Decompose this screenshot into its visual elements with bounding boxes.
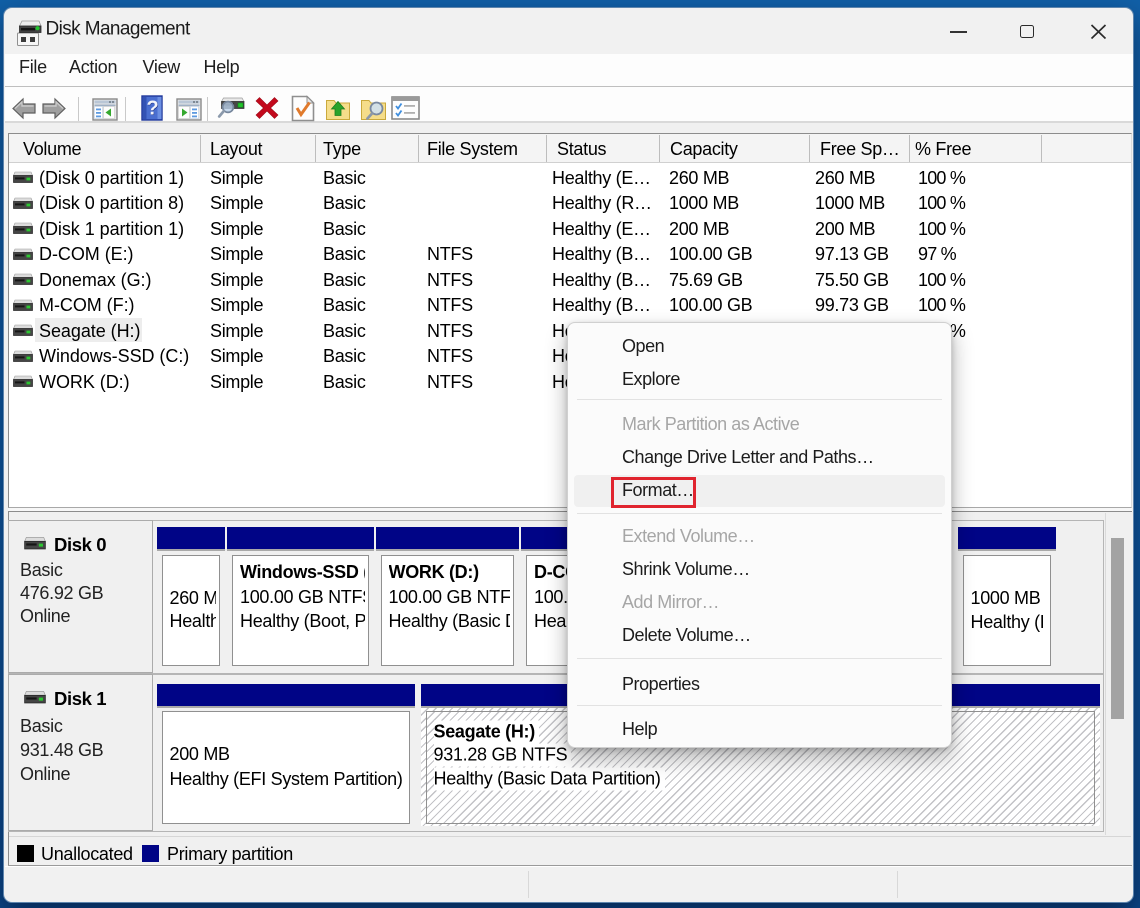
svg-text:?: ? — [147, 98, 159, 120]
